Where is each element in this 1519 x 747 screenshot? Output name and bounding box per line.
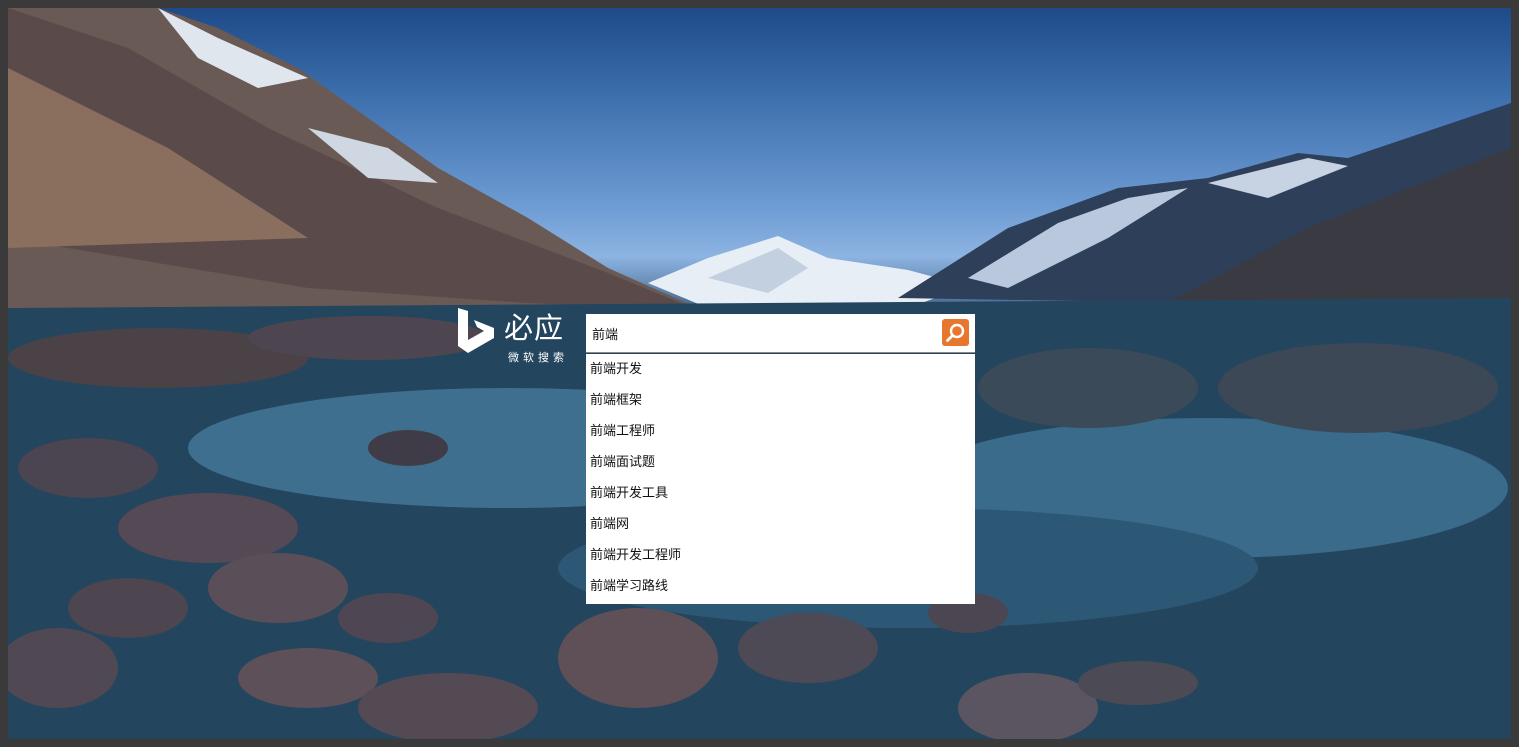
search-button[interactable] [942,319,969,346]
search-input[interactable] [592,323,932,343]
suggestion-item[interactable]: 前端框架 [586,385,975,416]
suggestion-item[interactable]: 前端工程师 [586,416,975,447]
background-photo: 必应 微软搜索 前端开发 前端框架 前端工程师 前端面试题 前端开发工具 前端网… [8,8,1511,739]
bing-logo-icon [458,308,494,353]
search-icon [946,323,965,342]
suggestion-item[interactable]: 前端开发 [586,354,975,385]
suggestion-item[interactable]: 前端学习路线 [586,571,975,602]
logo-subtitle: 微软搜索 [508,351,568,364]
suggestion-item[interactable]: 前端网 [586,509,975,540]
suggestion-item[interactable]: 前端开发工程师 [586,540,975,571]
suggestion-item[interactable]: 前端面试题 [586,447,975,478]
logo-title: 必应 [504,311,565,345]
bing-logo[interactable]: 必应 微软搜索 [458,308,570,366]
suggestion-dropdown: 前端开发 前端框架 前端工程师 前端面试题 前端开发工具 前端网 前端开发工程师… [586,354,975,604]
suggestion-item[interactable]: 前端开发工具 [586,478,975,509]
search-box [586,314,975,353]
